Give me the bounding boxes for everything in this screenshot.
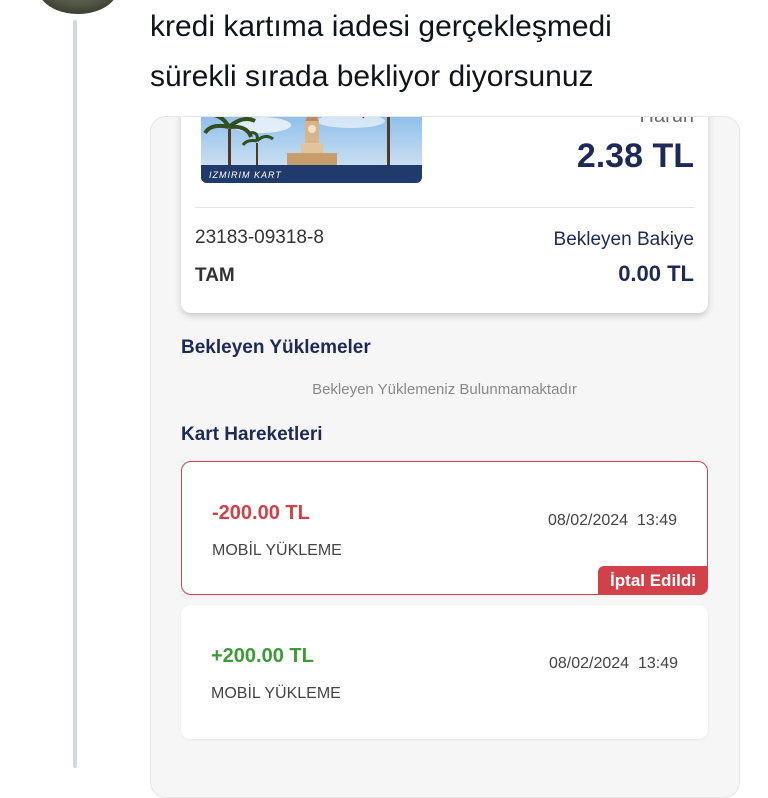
pending-loads-title: Bekleyen Yüklemeler (181, 337, 371, 358)
transaction-datetime: 08/02/2024 13:49 (547, 512, 677, 529)
tweet-text-line-1: kredi kartıma iadesi gerçekleşmedi (150, 10, 612, 43)
tweet-text: kredi kartıma iadesi gerçekleşmedi sürek… (150, 2, 750, 102)
card-balance: 2.38 TL (576, 137, 694, 175)
card-type: TAM (195, 265, 235, 286)
transaction-card[interactable]: -200.00 TL MOBİL YÜKLEME 08/02/2024 13:4… (181, 461, 708, 595)
card-transactions-title: Kart Hareketleri (181, 424, 323, 445)
transaction-description: MOBİL YÜKLEME (211, 685, 341, 702)
card-image-label: IZMIRIM KART (209, 170, 282, 180)
card-holder-name: Harun (639, 116, 694, 127)
divider (195, 207, 694, 208)
tweet-text-line-2: sürekli sırada bekliyor diyorsunuz (150, 60, 594, 93)
transaction-amount: -200.00 TL (212, 502, 310, 524)
thread-line (73, 20, 77, 768)
transaction-description: MOBİL YÜKLEME (212, 542, 342, 559)
card-summary: IZMIRIM KART Harun 2.38 TL 23183-09318-8… (181, 116, 708, 313)
transaction-datetime: 08/02/2024 13:49 (548, 655, 678, 672)
transaction-card[interactable]: +200.00 TL MOBİL YÜKLEME 08/02/2024 13:4… (181, 605, 708, 739)
pending-balance-label: Bekleyen Bakiye (553, 229, 694, 250)
pending-balance-amount: 0.00 TL (618, 261, 694, 286)
pending-loads-empty-message: Bekleyen Yüklemeniz Bulunmamaktadır (312, 381, 577, 398)
attached-screenshot[interactable]: IZMIRIM KART Harun 2.38 TL 23183-09318-8… (150, 116, 740, 798)
card-number: 23183-09318-8 (195, 227, 324, 248)
transaction-amount: +200.00 TL (211, 645, 314, 667)
izmirim-kart-image: IZMIRIM KART (201, 117, 422, 183)
avatar[interactable] (38, 0, 118, 14)
cancelled-badge: İptal Edildi (598, 566, 708, 595)
